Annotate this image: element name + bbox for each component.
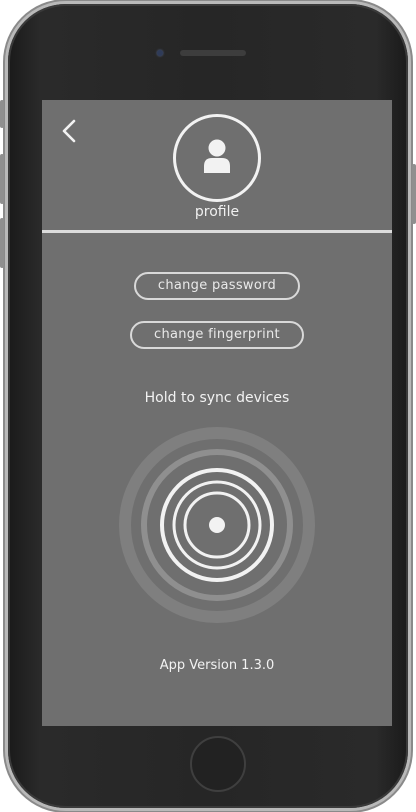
speaker-grille bbox=[180, 50, 246, 56]
camera-icon bbox=[157, 50, 163, 56]
app-version: App Version 1.3.0 bbox=[159, 658, 275, 673]
sync-center-dot bbox=[209, 517, 225, 533]
side-button-volume-down bbox=[0, 218, 4, 268]
side-button-power bbox=[412, 164, 416, 224]
home-button[interactable] bbox=[190, 736, 246, 792]
change-fingerprint-button[interactable]: change fingerprint bbox=[130, 321, 304, 349]
chevron-left-icon bbox=[62, 119, 76, 143]
sync-prompt: Hold to sync devices bbox=[144, 390, 290, 406]
side-button-mute bbox=[0, 100, 4, 128]
profile-label: profile bbox=[194, 204, 240, 220]
stage: profile change password change fingerpri… bbox=[0, 0, 416, 812]
sync-devices-button[interactable] bbox=[117, 425, 317, 625]
concentric-rings-icon bbox=[119, 427, 315, 623]
header-divider bbox=[42, 230, 392, 233]
app-screen: profile change password change fingerpri… bbox=[42, 100, 392, 726]
back-button[interactable] bbox=[56, 116, 86, 146]
profile-avatar[interactable] bbox=[173, 114, 261, 202]
user-icon bbox=[204, 139, 230, 173]
side-button-volume-up bbox=[0, 154, 4, 204]
phone-frame: profile change password change fingerpri… bbox=[0, 4, 416, 808]
change-password-button[interactable]: change password bbox=[134, 272, 300, 300]
